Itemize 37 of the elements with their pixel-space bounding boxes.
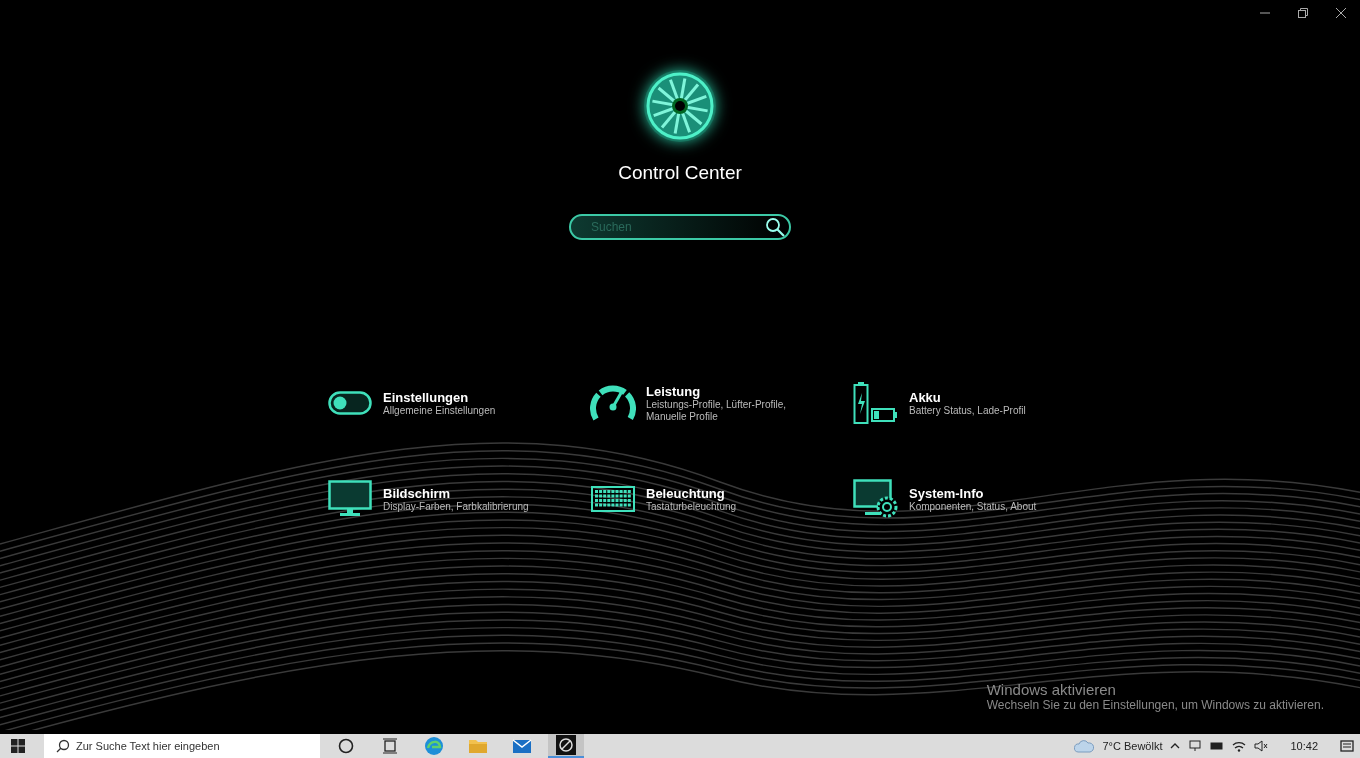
taskbar-app-button[interactable] (548, 734, 584, 758)
windows-logo-icon (11, 739, 25, 753)
menu-tile[interactable]: Bildschirm Display-Farben, Farbkalibrierung (327, 476, 590, 522)
menu-tile[interactable]: Akku Battery Status, Lade-Profil (853, 380, 1053, 426)
activation-text: Wechseln Sie zu den Einstellungen, um Windows zu aktivieren. (986, 698, 1324, 712)
cloud-icon (1074, 739, 1095, 753)
wifi-icon[interactable] (1232, 740, 1247, 752)
notification-icon[interactable] (1340, 740, 1354, 752)
monitor-gear-icon (853, 479, 899, 519)
keyboard-icon (591, 486, 635, 512)
app-icon (556, 735, 576, 755)
network-icon[interactable] (1188, 740, 1203, 752)
chevron-up-icon[interactable] (1170, 741, 1181, 751)
search-field[interactable]: Suchen (569, 214, 791, 240)
menu-tile[interactable]: Leistung Leistungs-Profile, Lüfter-Profile, Manuelle Profile (590, 380, 853, 426)
task-view-icon (382, 738, 398, 754)
battery-icon (853, 381, 899, 425)
weather-text: 7°C Bewölkt (1102, 740, 1163, 752)
speedometer-icon (590, 383, 636, 423)
menu-tile[interactable]: Beleuchtung Tastaturbeleuchtung (590, 476, 853, 522)
menu-tile[interactable]: Einstellungen Allgemeine Einstellungen (327, 380, 590, 426)
search-icon (765, 217, 785, 237)
speaker-icon[interactable] (1254, 740, 1269, 752)
toggle-icon (328, 391, 372, 415)
folder-icon (468, 737, 488, 755)
clock-time[interactable]: 10:42 (1290, 740, 1318, 752)
monitor-icon (328, 480, 372, 518)
mail-icon (512, 737, 532, 755)
taskbar-search-field[interactable]: Zur Suche Text hier eingeben (44, 734, 320, 758)
window-title: Control Center (618, 162, 742, 184)
browser-icon (424, 736, 444, 756)
battery-icon[interactable] (1210, 741, 1225, 751)
restore-icon (1298, 8, 1308, 18)
menu-tile[interactable]: System-Info Komponenten, Status, About (853, 476, 1053, 522)
activation-title: Windows aktivieren (986, 681, 1117, 698)
circle-icon (338, 738, 354, 754)
close-icon (1336, 8, 1346, 18)
